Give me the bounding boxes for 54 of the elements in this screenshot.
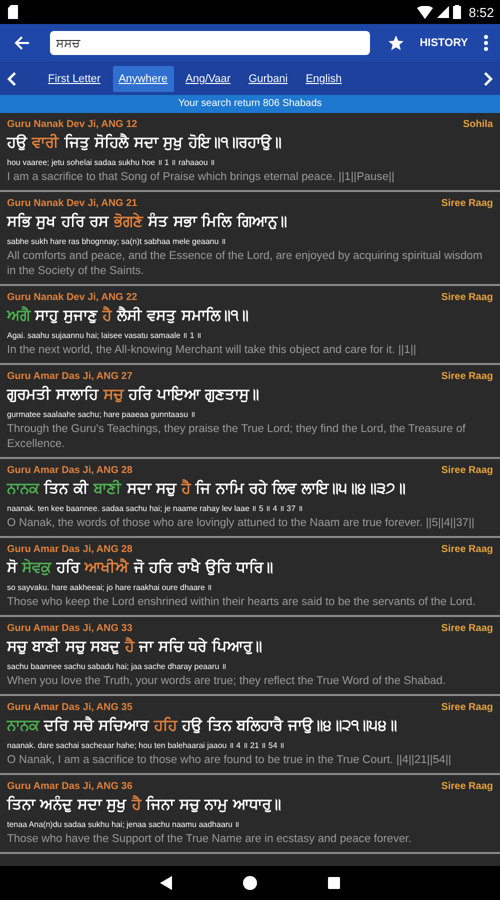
status-time: 8:52	[468, 4, 494, 20]
raag-label: Siree Raag	[441, 781, 493, 792]
gurmukhi-line: ਸਚੁ ਬਾਣੀ ਸਚੁ ਸਬਦੁ ਹੈ ਜਾ ਸਚਿ ਧਰੇ ਪਿਆਰੁ॥	[7, 637, 263, 655]
raag-label: Siree Raag	[441, 371, 493, 382]
raag-label: Siree Raag	[441, 198, 493, 209]
search-field[interactable]: ਸਸਚ	[50, 31, 370, 55]
gurmukhi-line: ਹਉ ਵਾਰੀ ਜਿਤੁ ਸੋਹਿਲੈ ਸਦਾ ਸੁਖੁ ਹੋਇ॥੧॥ਰਹਾਉ॥	[7, 133, 282, 151]
translation-text: Through the Guru's Teachings, they praise the True Lord; they find the Lord, the Treasure of Excellence.	[7, 422, 466, 452]
result-count-banner: Your search return 806 Shabads	[0, 95, 500, 113]
transliteration-line: hou vaaree; jetu sohelai sadaa sukhu hoe ॥ 1 ॥ rahaaou ॥	[7, 157, 216, 167]
translation-text: O Nanak, the words of those who are lovingly attuned to the Naam are true forever. ||5||4||37||	[7, 516, 476, 531]
raag-label: Sohila	[462, 119, 493, 130]
gurmukhi-line: ਸੋ ਸੇਵਕੁ ਹਰਿ ਆਖੀਐ ਜੋ ਹਰਿ ਰਾਖੈ ਉਰਿ ਧਾਰਿ॥	[7, 558, 274, 576]
gurmukhi-line: ਅਗੈ ਸਾਹੁ ਸੁਜਾਣੁ ਹੈ ਲੈਸੀ ਵਸਤੁ ਸਮਾਲਿ॥੧॥	[7, 306, 250, 324]
search-mode-tab[interactable]: English	[300, 66, 348, 92]
gurmukhi-line: ਸਭਿ ਸੁਖ ਹਰਿ ਰਸ ਭੋਗਣੇ ਸੰਤ ਸਭਾ ਮਿਲਿ ਗਿਆਨੁ॥	[7, 212, 288, 230]
source-label: Guru Amar Das Ji, ANG 35	[7, 702, 132, 713]
transliteration-line: tenaa Ana(n)du sadaa sukhu hai; jenaa sachu naamu aadhaaru ॥	[7, 819, 241, 829]
history-button[interactable]: HISTORY	[418, 33, 470, 53]
transliteration-line: naanak. dare sachai sacheaar hahe; hou ten balehaarai jaaou ॥ 4 ॥ 21 ॥ 54 ॥	[7, 740, 286, 750]
translation-text: Those who have the Support of the True Name are in ecstasy and peace forever.	[7, 832, 412, 847]
transliteration-line: Agai. saahu sujaannu hai; laisee vasatu samaale ॥ 1 ॥	[7, 330, 203, 340]
translation-text: I am a sacrifice to that Song of Praise which brings eternal peace. ||1||Pause||	[7, 170, 396, 185]
gurmukhi-line: ਗੁਰਮਤੀ ਸਾਲਾਹਿ ਸਚੁ ਹਰਿ ਪਾਇਆ ਗੁਣਤਾਸੁ॥	[7, 385, 260, 403]
translation-text: O Nanak, I am a sacrifice to those who are found to be true in the True Court. ||4||21||54||	[7, 753, 452, 768]
gurmukhi-line: ਨਾਨਕ ਦਰਿ ਸਚੈ ਸਚਿਆਰ ਹਹਿ ਹਉ ਤਿਨ ਬਲਿਹਾਰੈ ਜਾਉ॥੪॥੨੧॥੫੪॥	[7, 716, 398, 734]
search-mode-tab[interactable]: First Letter	[42, 66, 107, 92]
translation-text: In the next world, the All-knowing Merchant will take this object and care for it. ||1||	[7, 343, 418, 358]
search-mode-tab[interactable]: Ang/Vaar	[180, 66, 237, 92]
transliteration-line: sabhe sukh hare ras bhognnay; sa(n)t sabhaa mele geaanu ॥	[7, 236, 227, 246]
source-label: Guru Amar Das Ji, ANG 33	[7, 623, 132, 634]
search-mode-tab[interactable]: Gurbani	[242, 66, 294, 92]
source-label: Guru Amar Das Ji, ANG 36	[7, 781, 132, 792]
source-label: Guru Nanak Dev Ji, ANG 12	[7, 119, 138, 130]
source-label: Guru Nanak Dev Ji, ANG 21	[7, 198, 138, 209]
source-label: Guru Nanak Dev Ji, ANG 22	[7, 292, 138, 303]
raag-label: Siree Raag	[441, 465, 493, 476]
translation-text: All comforts and peace, and the Essence of the Lord, are enjoyed by acquiring spiritual wisdom in the Society of the Saints.	[7, 249, 484, 279]
gurmukhi-line: ਤਿਨਾ ਅਨੰਦੁ ਸਦਾ ਸੁਖੁ ਹੈ ਜਿਨਾ ਸਚੁ ਨਾਮੁ ਆਧਾਰੁ॥	[7, 795, 282, 813]
gurmukhi-line: ਨਾਨਕ ਤਿਨ ਕੀ ਬਾਣੀ ਸਦਾ ਸਚੁ ਹੈ ਜਿ ਨਾਮਿ ਰਹੇ ਲਿਵ ਲਾਇ॥੫॥੪॥੩੭॥	[7, 479, 406, 497]
source-label: Guru Amar Das Ji, ANG 28	[7, 544, 132, 555]
transliteration-line: sachu baannee sachu sabadu hai; jaa sache dharay peaaru ॥	[7, 661, 228, 671]
raag-label: Siree Raag	[441, 544, 493, 555]
source-label: Guru Amar Das Ji, ANG 28	[7, 465, 132, 476]
raag-label: Siree Raag	[441, 292, 493, 303]
transliteration-line: gurmatee saalaahe sachu; hare paaeaa gunntaasu ॥	[7, 409, 196, 419]
raag-label: Siree Raag	[441, 623, 493, 634]
translation-text: Those who keep the Lord enshrined within their hearts are said to be the servants of the Lord.	[7, 595, 476, 610]
search-mode-tab[interactable]: Anywhere	[112, 66, 174, 92]
transliteration-line: so sayvaku. hare aakheeai; jo hare raakhai oure dhaare ॥	[7, 582, 214, 592]
transliteration-line: naanak. ten kee baannee. sadaa sachu hai; je naame rahay lev laae ॥ 5 ॥ 4 ॥ 37 ॥	[7, 503, 304, 513]
raag-label: Siree Raag	[441, 702, 493, 713]
translation-text: When you love the Truth, your words are true; they reflect the True Word of the Shabad.	[7, 674, 447, 689]
source-label: Guru Amar Das Ji, ANG 27	[7, 371, 132, 382]
